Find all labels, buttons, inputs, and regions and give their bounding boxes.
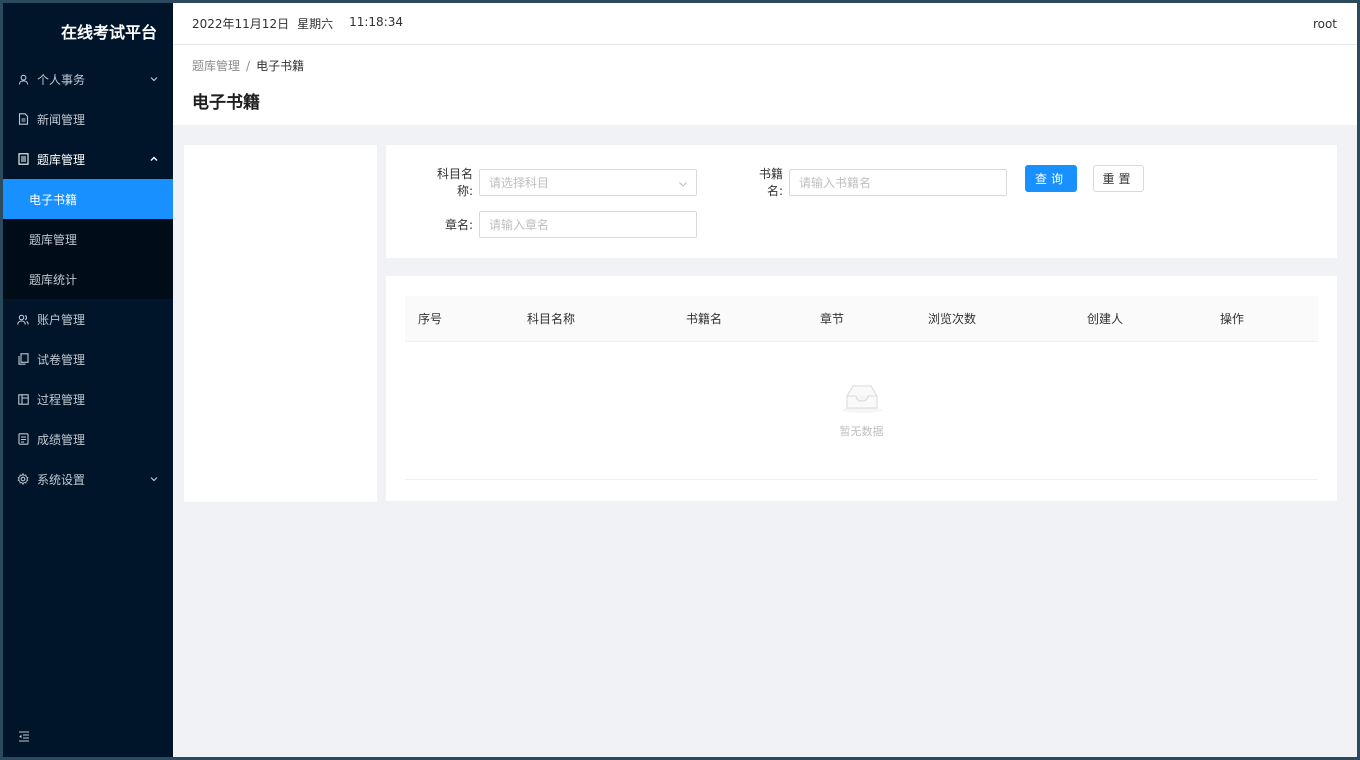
chapter-name-input[interactable]: 请输入章名 — [479, 211, 697, 238]
book-label: 书籍名: — [758, 167, 783, 198]
chevron-down-icon — [149, 474, 159, 484]
empty-text: 暂无数据 — [839, 425, 884, 438]
document-icon — [17, 113, 29, 125]
main-area: 2022年11月12日 星期六 11:18:34 root 题库管理 / 电子书… — [173, 3, 1357, 757]
chevron-down-icon — [678, 178, 688, 188]
gear-icon — [17, 473, 29, 485]
column-header: 序号 — [418, 312, 443, 326]
sidebar-item-question-bank-manage[interactable]: 题库管理 — [3, 219, 173, 259]
column-header: 科目名称 — [527, 312, 576, 326]
book-form-item: 书籍名: 请输入书籍名 — [743, 165, 1007, 199]
chapter-form-item: 章名: 请输入章名 — [423, 211, 697, 238]
subject-select[interactable]: 请选择科目 — [479, 168, 697, 196]
subject-select-placeholder: 请选择科目 — [489, 175, 550, 190]
reset-button[interactable]: 重置 — [1093, 165, 1144, 192]
report-icon — [17, 433, 29, 445]
sidebar-item-label: 题库管理 — [37, 152, 86, 167]
current-datetime: 2022年11月12日 星期六 11:18:34 — [192, 15, 403, 32]
page-header: 题库管理 / 电子书籍 电子书籍 — [173, 45, 1357, 125]
chevron-up-icon — [149, 154, 159, 164]
chapter-label: 章名: — [444, 218, 473, 232]
table-header: 序号 科目名称 书籍名 章节 浏览次数 创建人 操作 — [405, 296, 1318, 342]
subject-form-item: 科目名称: 请选择科目 — [423, 165, 697, 199]
book-name-input[interactable]: 请输入书籍名 — [789, 168, 1007, 196]
column-header: 章节 — [820, 312, 845, 326]
breadcrumb-separator: / — [246, 58, 251, 73]
empty-inbox-icon — [839, 382, 885, 417]
sidebar-item-scores[interactable]: 成绩管理 — [3, 419, 173, 459]
submenu-question-bank: 电子书籍 题库管理 题库统计 — [3, 179, 173, 299]
sidebar-item-ebooks[interactable]: 电子书籍 — [3, 179, 173, 219]
current-time: 11:18:34 — [349, 15, 404, 29]
app-window: 在线考试平台 个人事务 新闻管理 题库管理 电子书籍 题库管理 题库统计 账户管… — [3, 3, 1357, 757]
breadcrumb-current: 电子书籍 — [256, 59, 305, 73]
sidebar-item-label: 账户管理 — [37, 312, 86, 327]
content-area: 科目名称: 请选择科目 书籍名: 请输入书籍名 查询 重置 章名: 请输入章名 … — [173, 125, 1357, 757]
sidebar-item-label: 过程管理 — [37, 392, 86, 407]
column-header: 操作 — [1220, 312, 1245, 326]
sidebar-item-label: 试卷管理 — [37, 352, 86, 367]
subject-label: 科目名称: — [436, 167, 473, 198]
user-menu[interactable]: root — [1313, 17, 1337, 31]
app-logo-title: 在线考试平台 — [60, 23, 157, 42]
sidebar-item-personal[interactable]: 个人事务 — [3, 59, 173, 99]
empty-state: 暂无数据 — [405, 342, 1318, 480]
chevron-down-icon — [149, 74, 159, 84]
search-form: 科目名称: 请选择科目 书籍名: 请输入书籍名 查询 重置 章名: 请输入章名 — [386, 145, 1337, 258]
list-icon — [17, 153, 29, 165]
sidebar-item-accounts[interactable]: 账户管理 — [3, 299, 173, 339]
top-bar: 2022年11月12日 星期六 11:18:34 root — [173, 3, 1357, 45]
collapse-menu-icon[interactable] — [17, 729, 31, 743]
current-weekday: 星期六 — [297, 17, 334, 31]
book-name-placeholder: 请输入书籍名 — [799, 175, 872, 190]
column-header: 浏览次数 — [928, 312, 977, 326]
breadcrumb: 题库管理 / 电子书籍 — [192, 57, 1338, 74]
sidebar-item-question-bank[interactable]: 题库管理 — [3, 139, 173, 179]
sidebar-item-settings[interactable]: 系统设置 — [3, 459, 173, 499]
ebook-table: 序号 科目名称 书籍名 章节 浏览次数 创建人 操作 暂无数据 — [386, 276, 1337, 501]
layout-icon — [17, 393, 29, 405]
sidebar-item-question-bank-stats[interactable]: 题库统计 — [3, 259, 173, 299]
copy-icon — [17, 353, 29, 365]
left-panel — [184, 145, 377, 502]
sidebar: 在线考试平台 个人事务 新闻管理 题库管理 电子书籍 题库管理 题库统计 账户管… — [3, 3, 173, 757]
sidebar-item-label: 成绩管理 — [37, 432, 86, 447]
query-button[interactable]: 查询 — [1025, 165, 1077, 192]
chapter-name-placeholder: 请输入章名 — [489, 218, 550, 232]
sidebar-item-label: 系统设置 — [37, 472, 86, 487]
page-title: 电子书籍 — [192, 93, 260, 113]
user-icon — [17, 73, 29, 85]
right-column: 科目名称: 请选择科目 书籍名: 请输入书籍名 查询 重置 章名: 请输入章名 … — [386, 145, 1337, 501]
sidebar-item-label: 新闻管理 — [37, 112, 86, 127]
breadcrumb-parent[interactable]: 题库管理 — [192, 57, 240, 74]
column-header: 创建人 — [1087, 312, 1124, 326]
column-header: 书籍名 — [686, 312, 723, 326]
users-icon — [17, 313, 29, 325]
sidebar-item-papers[interactable]: 试卷管理 — [3, 339, 173, 379]
sidebar-item-label: 个人事务 — [37, 72, 86, 87]
sidebar-item-process[interactable]: 过程管理 — [3, 379, 173, 419]
current-date: 2022年11月12日 — [192, 17, 290, 31]
sidebar-item-news[interactable]: 新闻管理 — [3, 99, 173, 139]
